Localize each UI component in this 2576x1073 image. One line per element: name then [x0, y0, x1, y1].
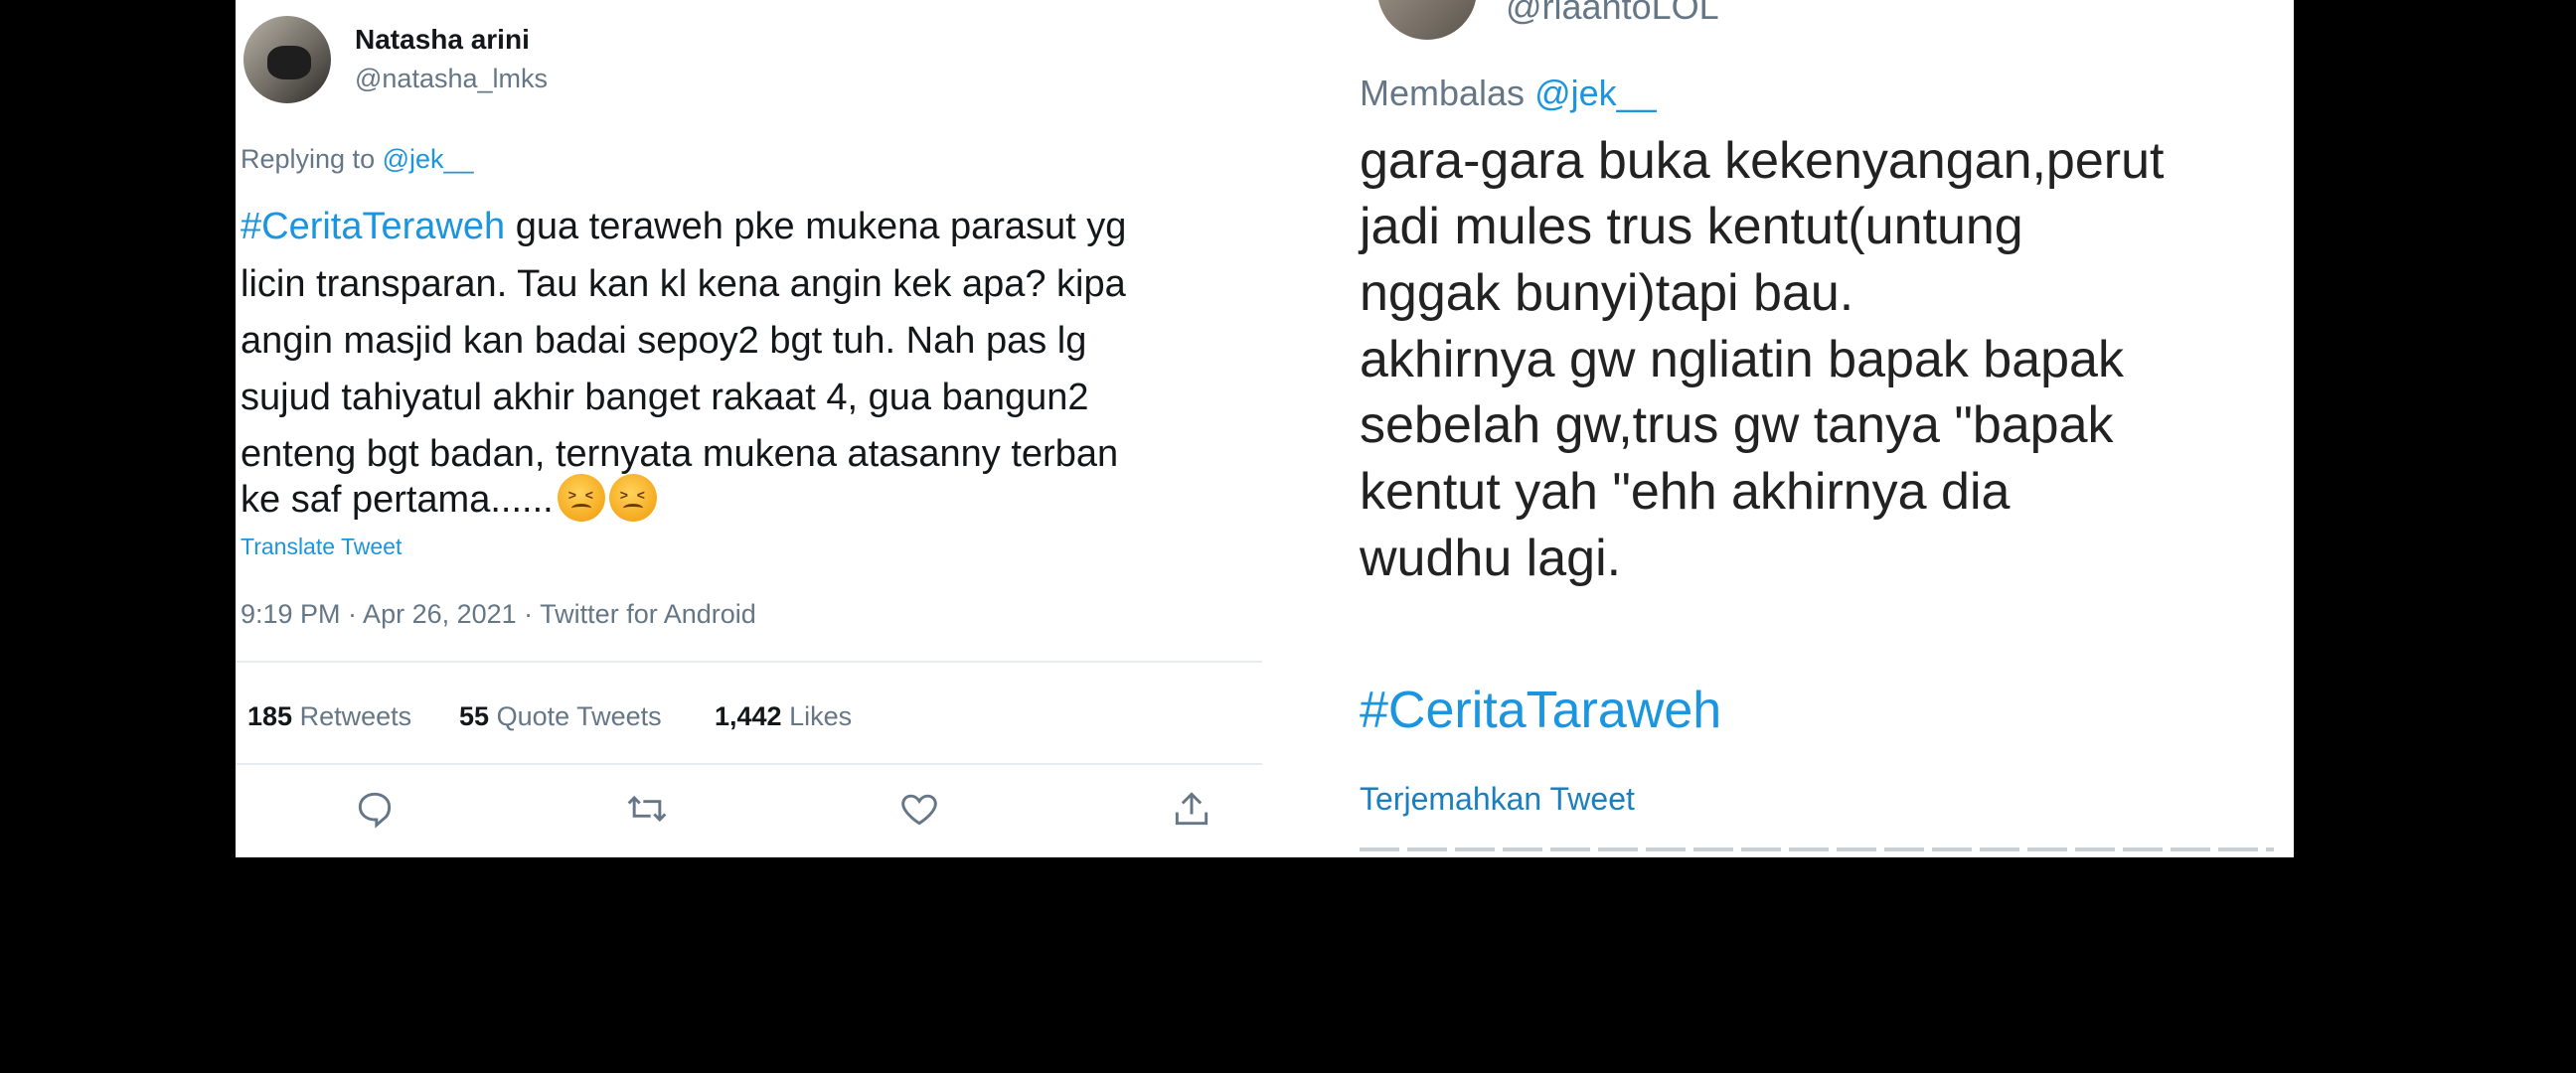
tweet-timestamp[interactable]: 9:19 PM · Apr 26, 2021 · Twitter for And… [241, 599, 756, 630]
quotes-label: Quote Tweets [496, 701, 662, 731]
replying-to: Replying to @jek__ [241, 144, 474, 175]
likes-label: Likes [789, 701, 853, 731]
retweets-stat[interactable]: 185 Retweets [247, 701, 411, 732]
avatar[interactable] [243, 16, 331, 103]
like-icon[interactable] [897, 787, 941, 831]
tweet-text-line: nggak bunyi)tapi bau. [1360, 264, 1854, 322]
share-icon[interactable] [1170, 787, 1213, 831]
likes-count: 1,442 [715, 701, 782, 731]
tweet-text: ke saf pertama...... [241, 479, 554, 521]
user-handle[interactable]: @riaantoLOL [1506, 0, 1719, 28]
tired-face-emoji-icon: > < [608, 474, 657, 522]
user-handle[interactable]: @natasha_lmks [355, 64, 548, 94]
replying-to-link[interactable]: @jek__ [383, 144, 474, 174]
tweet-text-line: sujud tahiyatul akhir banget rakaat 4, g… [241, 377, 1089, 418]
retweets-label: Retweets [299, 701, 412, 731]
translate-tweet-link[interactable]: Terjemahkan Tweet [1360, 781, 1635, 818]
likes-stat[interactable]: 1,442 Likes [715, 701, 852, 732]
display-name[interactable]: Natasha arini [355, 24, 530, 56]
tweet-text-line: angin masjid kan badai sepoy2 bgt tuh. N… [241, 320, 1087, 362]
tweet-text-line: akhirnya gw ngliatin bapak bapak [1360, 331, 2124, 388]
translate-tweet-link[interactable]: Translate Tweet [241, 534, 402, 560]
tweet-text-line: wudhu lagi. [1360, 530, 1622, 587]
replying-prefix: Membalas [1360, 73, 1526, 113]
tweet-text: gua teraweh pke mukena parasut yg [515, 206, 1127, 247]
tweet-text-line: enteng bgt badan, ternyata mukena atasan… [241, 433, 1119, 475]
tweet-text-line: gara-gara buka kekenyangan,perut [1360, 132, 2165, 190]
tweet-text-line: sebelah gw,trus gw tanya "bapak [1360, 396, 2114, 454]
tweet-text-line: licin transparan. Tau kan kl kena angin … [241, 263, 1126, 305]
replying-to: Membalas @jek__ [1360, 73, 1657, 114]
tweet-text-line: ke saf pertama...... > < > < [241, 474, 657, 522]
hashtag-link[interactable]: #CeritaTeraweh [241, 206, 505, 247]
replying-to-link[interactable]: @jek__ [1534, 73, 1657, 113]
divider [1360, 847, 2274, 851]
tired-face-emoji-icon: > < [557, 474, 605, 522]
hashtag-link[interactable]: #CeritaTaraweh [1360, 681, 1721, 740]
right-tweet-panel: @riaantoLOL Membalas @jek__ gara-gara bu… [1262, 0, 2294, 857]
quotes-count: 55 [459, 701, 490, 731]
avatar[interactable] [1377, 0, 1477, 40]
retweets-count: 185 [247, 701, 293, 731]
divider [236, 661, 1262, 663]
tweet-text-line: jadi mules trus kentut(untung [1360, 198, 2023, 255]
replying-prefix: Replying to [241, 144, 376, 174]
divider [236, 763, 1262, 765]
tweet-text-line: kentut yah "ehh akhirnya dia [1360, 463, 2011, 521]
quote-tweets-stat[interactable]: 55 Quote Tweets [459, 701, 662, 732]
retweet-icon[interactable] [625, 787, 669, 831]
left-tweet-panel: Natasha arini @natasha_lmks Replying to … [236, 0, 1262, 857]
reply-icon[interactable] [353, 787, 397, 831]
tweet-text-line: #CeritaTeraweh gua teraweh pke mukena pa… [241, 206, 1126, 248]
